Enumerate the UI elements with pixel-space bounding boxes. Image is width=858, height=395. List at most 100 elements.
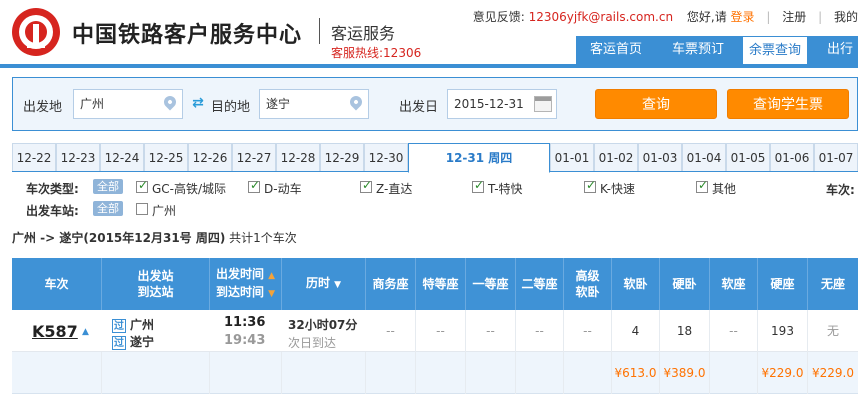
date-tab[interactable]: 12-30 (364, 143, 408, 171)
date-tab[interactable]: 01-07 (814, 143, 858, 171)
seat-no-seat[interactable]: 无 (808, 310, 858, 352)
price-no-seat: ¥229.0 (812, 366, 854, 380)
seat-hard-sleeper[interactable]: 18 (660, 310, 710, 352)
date-tab[interactable]: 12-28 (276, 143, 320, 171)
login-link[interactable]: 登录 (731, 8, 755, 25)
price-cell-empty (210, 352, 282, 394)
date-tab[interactable]: 12-26 (188, 143, 232, 171)
arrive-time: 19:43 (224, 333, 266, 348)
train-detail-toggle-icon[interactable]: ▲ (82, 327, 89, 337)
pass-tag: 过 (112, 336, 126, 350)
price-cell-empty (12, 352, 102, 394)
nav-ticket-query[interactable]: 余票查询 (742, 36, 808, 66)
nav-home[interactable]: 客运首页 (576, 36, 656, 64)
date-tab[interactable]: 12-25 (144, 143, 188, 171)
register-link[interactable]: 注册 (782, 8, 806, 25)
price-cell-empty (564, 352, 612, 394)
to-station-input[interactable]: 遂宁 (259, 89, 369, 119)
th-soft-sleeper: 软卧 (612, 258, 660, 310)
result-table-header: 车次 出发站 到达站 出发时间 ▲ 到达时间 ▼ 历时 ▼ 商务座 特等座 一等座… (12, 258, 858, 310)
feedback-email-link[interactable]: 12306yjfk@rails.com.cn (529, 10, 673, 24)
site-header: 中国铁路客户服务中心 客运服务 客服热线:12306 意见反馈: 12306yj… (0, 0, 858, 66)
seat-soft-seat: -- (710, 310, 758, 352)
checkbox-t-label: T-特快 (488, 182, 523, 196)
query-button[interactable]: 查询 (595, 89, 717, 119)
to-station-value: 遂宁 (266, 97, 291, 111)
price-row: ¥613.0 ¥389.0 ¥229.0 ¥229.0 (12, 352, 858, 394)
hotline-text: 客服热线:12306 (331, 46, 422, 60)
th-special: 特等座 (416, 258, 466, 310)
price-cell-empty (516, 352, 564, 394)
price-cell-empty (366, 352, 416, 394)
railway-logo-icon[interactable] (12, 8, 60, 56)
date-tab[interactable]: 12-29 (320, 143, 364, 171)
checkbox-z-label: Z-直达 (376, 182, 413, 196)
sort-down-icon[interactable]: ▼ (334, 280, 341, 290)
price-cell-empty (102, 352, 210, 394)
price-cell-empty (466, 352, 516, 394)
table-row[interactable]: K587 ▲ 过广州 过遂宁 11:36 19:43 32小时07分 次日到达 … (12, 310, 858, 352)
train-type-all-button[interactable]: 全部 (93, 179, 123, 194)
checkbox-z[interactable] (360, 178, 372, 193)
date-tab[interactable]: 12-24 (100, 143, 144, 171)
depart-time: 11:36 (224, 315, 266, 330)
duration-text: 32小时07分 (288, 318, 358, 332)
date-tab[interactable]: 12-27 (232, 143, 276, 171)
checkbox-k[interactable] (584, 178, 596, 193)
date-tab[interactable]: 01-03 (638, 143, 682, 171)
nav-booking[interactable]: 车票预订 (656, 36, 740, 64)
date-tab[interactable]: 12-22 (12, 143, 56, 171)
date-tab[interactable]: 01-05 (726, 143, 770, 171)
date-tab[interactable]: 01-04 (682, 143, 726, 171)
service-title: 客运服务 (331, 24, 396, 43)
th-hard-seat: 硬座 (758, 258, 808, 310)
checkbox-d[interactable] (248, 178, 260, 193)
to-station-cell: 过遂宁 (112, 335, 155, 350)
seat-first: -- (466, 310, 516, 352)
date-input[interactable]: 2015-12-31 (447, 89, 557, 119)
main-nav: 客运首页 车票预订 余票查询 出行 (576, 36, 858, 66)
date-tab[interactable]: 01-01 (550, 143, 594, 171)
my-link[interactable]: 我的 (834, 8, 858, 25)
nav-travel[interactable]: 出行 (820, 36, 858, 64)
checkbox-gc[interactable] (136, 178, 148, 193)
seat-business: -- (366, 310, 416, 352)
th-hard-sleeper: 硬卧 (660, 258, 710, 310)
route-summary: 广州 -> 遂宁(2015年12月31号 周四) 共计1个车次 (12, 229, 297, 246)
seat-soft-sleeper[interactable]: 4 (612, 310, 660, 352)
from-station-input[interactable]: 广州 (73, 89, 183, 119)
price-soft-sleeper: ¥613.0 (612, 352, 660, 394)
price-cell-empty (282, 352, 366, 394)
date-tab[interactable]: 12-23 (56, 143, 100, 171)
seat-hard-seat[interactable]: 193 (758, 310, 808, 352)
date-label: 出发日 (399, 100, 439, 115)
location-pin-icon (161, 93, 179, 111)
date-tab[interactable]: 01-02 (594, 143, 638, 171)
date-tab-active[interactable]: 12-31 周四 (408, 143, 550, 173)
sort-down-icon[interactable]: ▼ (268, 289, 275, 299)
station-all-button[interactable]: 全部 (93, 201, 123, 216)
th-times[interactable]: 出发时间 ▲ 到达时间 ▼ (210, 258, 282, 310)
from-station-cell: 过广州 (112, 318, 155, 333)
date-value: 2015-12-31 (454, 97, 524, 111)
th-no-seat: 无座 (820, 277, 845, 291)
th-soft-seat: 软座 (710, 258, 758, 310)
price-hard-sleeper: ¥389.0 (660, 352, 710, 394)
sort-up-icon[interactable]: ▲ (268, 271, 275, 281)
th-duration[interactable]: 历时 ▼ (282, 258, 366, 310)
checkbox-gc-label: GC-高铁/城际 (152, 182, 227, 196)
swap-stations-icon[interactable]: ⇄ (189, 94, 207, 112)
to-label: 目的地 (211, 100, 251, 115)
checkbox-k-label: K-快速 (600, 182, 635, 196)
date-tab[interactable]: 01-06 (770, 143, 814, 171)
calendar-icon[interactable] (534, 96, 552, 112)
seat-high-soft: -- (564, 310, 612, 352)
checkbox-other[interactable] (696, 178, 708, 193)
location-pin-icon (347, 93, 365, 111)
train-number-label: 车次: (826, 183, 855, 197)
student-query-button[interactable]: 查询学生票 (727, 89, 849, 119)
train-number-link[interactable]: K587 (32, 322, 78, 341)
th-train: 车次 (12, 258, 102, 310)
checkbox-t[interactable] (472, 178, 484, 193)
checkbox-station-guangzhou[interactable] (136, 203, 148, 215)
